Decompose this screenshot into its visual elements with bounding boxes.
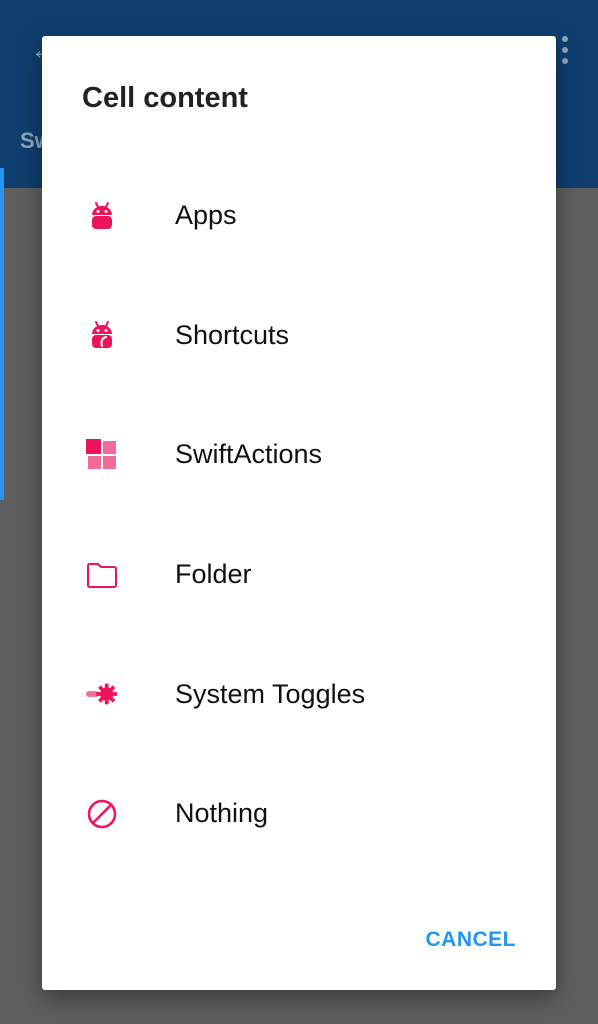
selection-indicator [0,168,4,500]
swiftactions-icon [86,438,118,471]
shortcut-android-icon [86,319,118,351]
dialog-actions: CANCEL [426,928,517,952]
option-system-toggles[interactable]: System Toggles [42,634,556,754]
option-list: Apps Shortcuts SwiftActions Folder Syste… [42,156,556,874]
folder-icon [86,559,118,591]
option-label: SwiftActions [175,439,323,470]
option-nothing[interactable]: Nothing [42,754,556,874]
android-icon [86,200,118,232]
option-label: System Toggles [175,678,366,709]
option-label: Shortcuts [175,319,290,350]
option-folder[interactable]: Folder [42,515,556,635]
option-shortcuts[interactable]: Shortcuts [42,276,556,396]
option-label: Apps [175,200,237,231]
option-label: Folder [175,559,252,590]
option-label: Nothing [175,798,269,829]
option-apps[interactable]: Apps [42,156,556,276]
block-icon [86,798,118,830]
toggle-gear-icon [86,678,118,710]
cancel-button[interactable]: CANCEL [426,928,517,952]
overflow-menu-icon [562,36,570,64]
cell-content-dialog: Cell content Apps Shortcuts SwiftActions… [42,36,556,990]
dialog-title: Cell content [82,82,248,114]
option-swiftactions[interactable]: SwiftActions [42,395,556,515]
